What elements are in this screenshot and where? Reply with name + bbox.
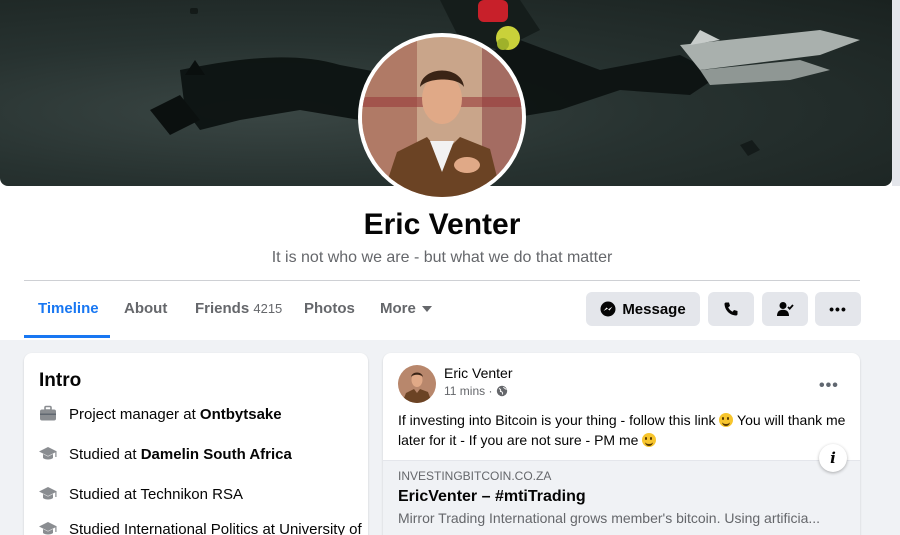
window-edge (892, 0, 900, 186)
call-button[interactable] (708, 292, 754, 326)
profile-name: Eric Venter (363, 208, 521, 241)
link-domain: INVESTINGBITCOIN.CO.ZA (398, 469, 552, 483)
active-tab-indicator (24, 335, 110, 338)
graduation-cap-icon (39, 447, 57, 460)
more-options-icon: ••• (829, 301, 847, 317)
info-icon[interactable]: i (819, 444, 847, 472)
post-author-name[interactable]: Eric Venter (444, 365, 512, 381)
profile-picture[interactable] (358, 33, 526, 201)
smiley-emoji-icon (719, 413, 734, 427)
intro-card: Intro Project manager at Ontbytsake Stud… (24, 353, 368, 535)
tab-about[interactable]: About (124, 300, 167, 317)
more-options-button[interactable]: ••• (815, 292, 861, 326)
graduation-cap-icon (39, 522, 57, 535)
link-description: Mirror Trading International grows membe… (398, 510, 821, 526)
intro-item-work: Project manager at Ontbytsake (38, 404, 282, 424)
post-card: Eric Venter 11 mins · ••• If investing i… (383, 353, 860, 535)
intro-item-education-1: Studied at Damelin South Africa (38, 444, 292, 464)
tab-photos[interactable]: Photos (304, 300, 355, 317)
friend-status-button[interactable] (762, 292, 808, 326)
tab-friends[interactable]: Friends 4215 (195, 300, 282, 317)
post-body: If investing into Bitcoin is your thing … (398, 410, 853, 450)
post-timestamp[interactable]: 11 mins · (444, 384, 508, 398)
smiley-emoji-icon (642, 433, 657, 447)
profile-bio: It is not who we are - but what we do th… (271, 249, 613, 266)
globe-icon (496, 385, 507, 397)
intro-item-education-3-text: Studied International Politics at Univer… (69, 520, 362, 535)
link-title: EricVenter – #mtiTrading (398, 488, 586, 505)
message-button[interactable]: Message (586, 292, 700, 326)
intro-item-education-1-link[interactable]: Damelin South Africa (141, 446, 292, 463)
post-options-icon[interactable]: ••• (819, 377, 839, 395)
phone-icon (724, 302, 738, 316)
intro-item-work-link[interactable]: Ontbytsake (200, 406, 282, 423)
post-text-part-1: If investing into Bitcoin is your thing … (398, 412, 720, 428)
header-divider (24, 280, 860, 281)
messenger-icon (600, 301, 616, 317)
friend-status-icon (777, 302, 794, 316)
profile-picture-image (362, 37, 522, 197)
tab-more[interactable]: More (380, 300, 432, 317)
friends-count: 4215 (253, 301, 283, 316)
post-author-avatar[interactable] (398, 365, 436, 403)
message-button-label: Message (622, 300, 686, 318)
tab-friends-label: Friends (195, 300, 250, 317)
link-preview[interactable]: INVESTINGBITCOIN.CO.ZA EricVenter – #mti… (383, 460, 860, 535)
intro-item-education-1-prefix: Studied at (69, 445, 141, 463)
intro-item-education-2: Studied at Technikon RSA (38, 484, 243, 504)
caret-down-icon (421, 305, 432, 312)
briefcase-icon (40, 405, 56, 421)
intro-item-education-2-text: Studied at Technikon RSA (69, 485, 244, 503)
post-time-text: 11 mins · (444, 384, 496, 398)
intro-item-education-3: Studied International Politics at Univer… (38, 519, 362, 535)
tab-more-label: More (380, 300, 416, 317)
intro-item-work-prefix: Project manager at (69, 405, 200, 423)
intro-title: Intro (39, 370, 82, 391)
tab-timeline[interactable]: Timeline (38, 300, 99, 317)
graduation-cap-icon (39, 487, 57, 500)
